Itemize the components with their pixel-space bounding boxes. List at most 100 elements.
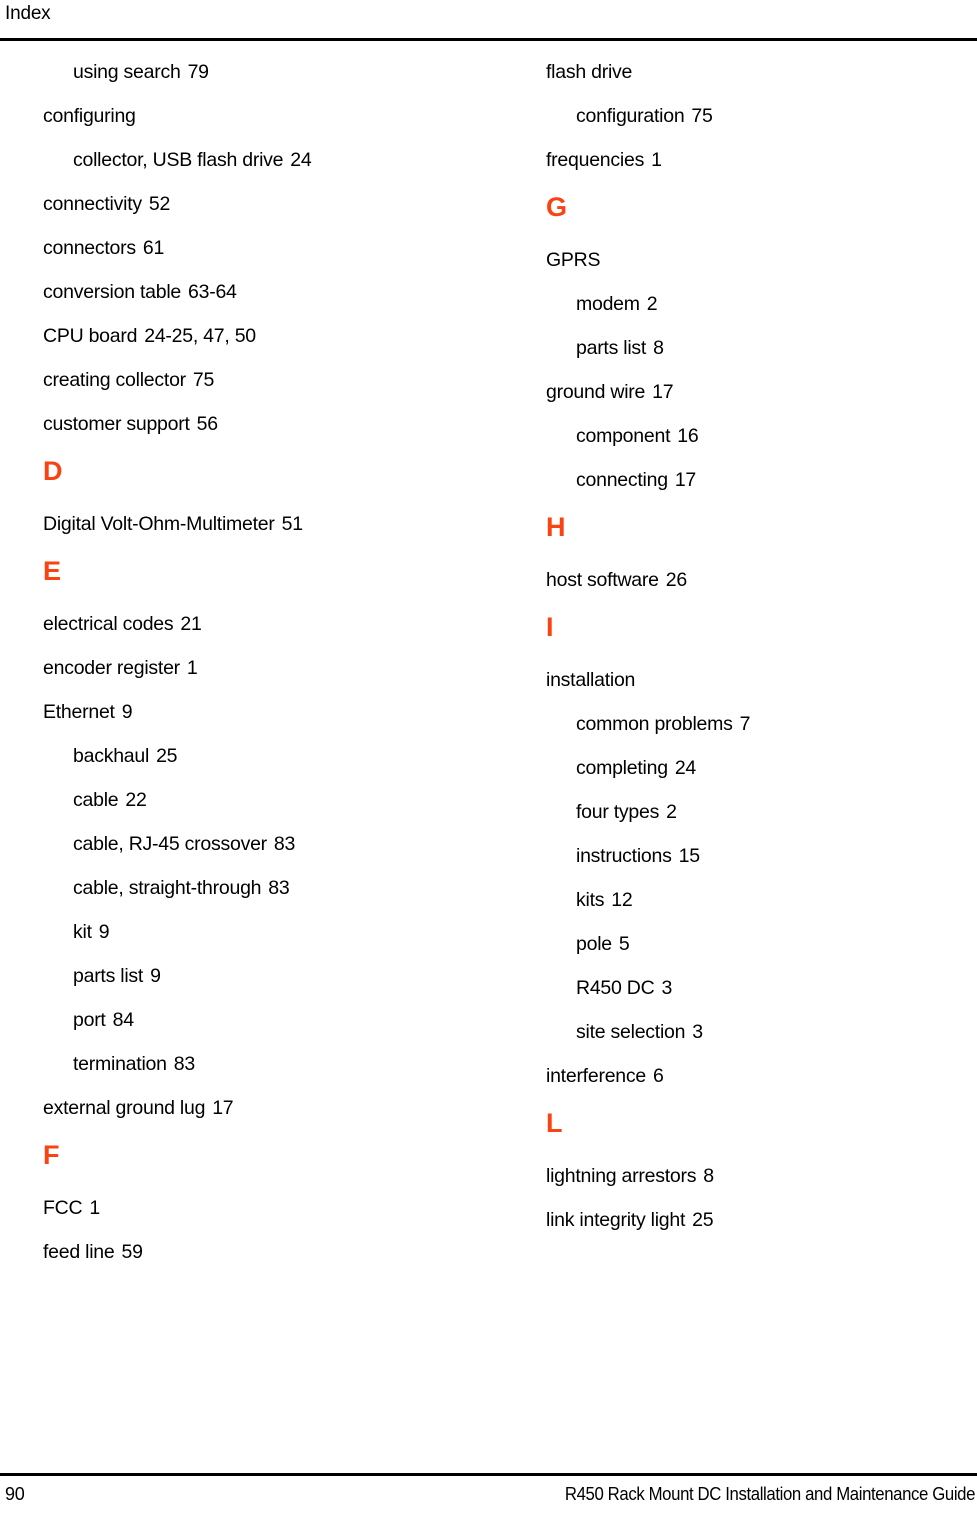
footer-divider — [0, 1473, 977, 1476]
index-subentry: common problems 7 — [546, 712, 976, 736]
index-entry-page-locator: 8 — [653, 337, 664, 359]
index-subentry: modem 2 — [546, 292, 976, 316]
index-subentry: kits 12 — [546, 888, 976, 912]
index-entry-page-locator: 75 — [691, 105, 713, 127]
index-entry-label: cable, straight-through — [73, 877, 262, 899]
index-entry-page-locator: 17 — [652, 381, 674, 403]
index-entry: host software 26 — [546, 568, 976, 592]
index-entry: ground wire 17 — [546, 380, 976, 404]
index-column-left: using search 79 configuring collector, USB … — [43, 60, 473, 1284]
index-body: using search 79 configuring collector, USB … — [0, 60, 977, 1430]
index-subentry: site selection 3 — [546, 1020, 976, 1044]
index-entry: frequencies 1 — [546, 148, 976, 172]
index-entry: creating collector 75 — [43, 368, 473, 392]
index-entry-label: cable — [73, 789, 119, 811]
index-entry-label: termination — [73, 1053, 167, 1075]
index-entry-page-locator: 83 — [173, 1053, 195, 1075]
index-entry: FCC 1 — [43, 1196, 473, 1220]
index-entry-label: Digital Volt-Ohm-Multimeter — [43, 513, 275, 535]
index-entry: Digital Volt-Ohm-Multimeter 51 — [43, 512, 473, 536]
index-entry-page-locator: 63-64 — [188, 281, 237, 303]
index-subentry: instructions 15 — [546, 844, 976, 868]
index-entry-label: port — [73, 1009, 106, 1031]
index-entry-page-locator: 56 — [196, 413, 218, 435]
index-entry-page-locator: 5 — [618, 933, 630, 955]
index-entry-page-locator: 84 — [112, 1009, 134, 1031]
index-entry-label: flash drive — [546, 61, 633, 83]
index-entry: electrical codes 21 — [43, 612, 473, 636]
index-entry-label: completing — [576, 757, 668, 779]
index-subentry: backhaul 25 — [43, 744, 473, 768]
index-entry-page-locator: 83 — [268, 877, 290, 899]
index-subentry: parts list 9 — [43, 964, 473, 988]
index-entry-page-locator: 51 — [281, 513, 303, 535]
index-entry-page-locator: 24 — [290, 149, 312, 171]
index-entry: feed line 59 — [43, 1240, 473, 1264]
index-entry-page-locator: 7 — [739, 713, 751, 735]
index-subentry: termination 83 — [43, 1052, 473, 1076]
index-entry-page-locator: 75 — [192, 369, 215, 391]
index-entry-page-locator: 22 — [125, 789, 147, 811]
index-entry: link integrity light 25 — [546, 1208, 976, 1232]
index-entry-page-locator: 79 — [187, 61, 209, 83]
page-footer: 90 R450 Rack Mount DC Installation and M… — [0, 1473, 977, 1519]
index-entry-label: collector, USB flash drive — [73, 149, 284, 171]
index-entry: external ground lug 17 — [43, 1096, 473, 1120]
footer-document-title: R450 Rack Mount DC Installation and Main… — [564, 1484, 976, 1504]
index-entry-label: parts list — [576, 337, 647, 359]
index-entry-label: host software — [546, 569, 659, 591]
index-entry-label: lightning arrestors — [546, 1165, 697, 1187]
index-entry-page-locator: 17 — [674, 469, 697, 491]
index-section-letter: F — [43, 1140, 60, 1170]
index-entry-label: four types — [576, 801, 660, 823]
index-entry-label: cable, RJ-45 crossover — [73, 833, 267, 855]
index-entry-label: using search — [73, 61, 181, 83]
index-entry-page-locator: 1 — [89, 1197, 100, 1219]
index-subentry: parts list 8 — [546, 336, 976, 360]
index-subentry: completing 24 — [546, 756, 976, 780]
index-section-letter: D — [43, 456, 63, 486]
index-entry: connectivity 52 — [43, 192, 473, 216]
index-section-letter: H — [546, 512, 566, 542]
index-entry: flash drive — [546, 60, 976, 84]
index-entry-label: link integrity light — [546, 1209, 686, 1231]
index-entry-page-locator: 25 — [156, 745, 178, 767]
index-entry-label: kits — [576, 889, 605, 911]
index-entry-label: FCC — [43, 1197, 83, 1219]
index-entry: GPRS — [546, 248, 976, 272]
index-entry-page-locator: 1 — [651, 149, 662, 171]
index-entry-page-locator: 1 — [186, 657, 198, 679]
index-entry-label: R450 DC — [576, 977, 655, 999]
index-section-letter: G — [546, 192, 568, 222]
index-entry-label: external ground lug — [43, 1097, 206, 1119]
index-entry-page-locator: 2 — [666, 801, 677, 823]
index-entry-page-locator: 3 — [661, 977, 673, 999]
index-entry-label: component — [576, 425, 671, 447]
index-entry-label: configuring — [43, 105, 136, 127]
index-subentry: connecting 17 — [546, 468, 976, 492]
page-number: 90 — [5, 1484, 25, 1504]
index-entry-label: feed line — [43, 1241, 115, 1263]
index-entry-page-locator: 16 — [677, 425, 699, 447]
index-entry: CPU board 24-25, 47, 50 — [43, 324, 473, 348]
index-column-right: flash drive configuration 75 frequencies 1 G G… — [546, 60, 976, 1252]
index-entry-page-locator: 3 — [692, 1021, 703, 1043]
index-entry-label: customer support — [43, 413, 190, 435]
page-header-title: Index — [5, 3, 51, 24]
index-entry-label: connectors — [43, 237, 136, 259]
index-entry-label: encoder register — [43, 657, 180, 679]
index-entry-page-locator: 2 — [646, 293, 658, 315]
index-entry-label: connecting — [576, 469, 668, 491]
index-entry-label: backhaul — [73, 745, 150, 767]
index-entry-label: Ethernet — [43, 701, 115, 723]
page-header: Index — [0, 0, 977, 42]
index-entry-label: configuration — [576, 105, 685, 127]
index-entry-page-locator: 15 — [678, 845, 700, 867]
index-entry: configuring — [43, 104, 473, 128]
index-entry: lightning arrestors 8 — [546, 1164, 976, 1188]
index-entry: customer support 56 — [43, 412, 473, 436]
index-entry: encoder register 1 — [43, 656, 473, 680]
index-entry-label: pole — [576, 933, 612, 955]
index-entry-label: parts list — [73, 965, 144, 987]
index-subentry: cable 22 — [43, 788, 473, 812]
